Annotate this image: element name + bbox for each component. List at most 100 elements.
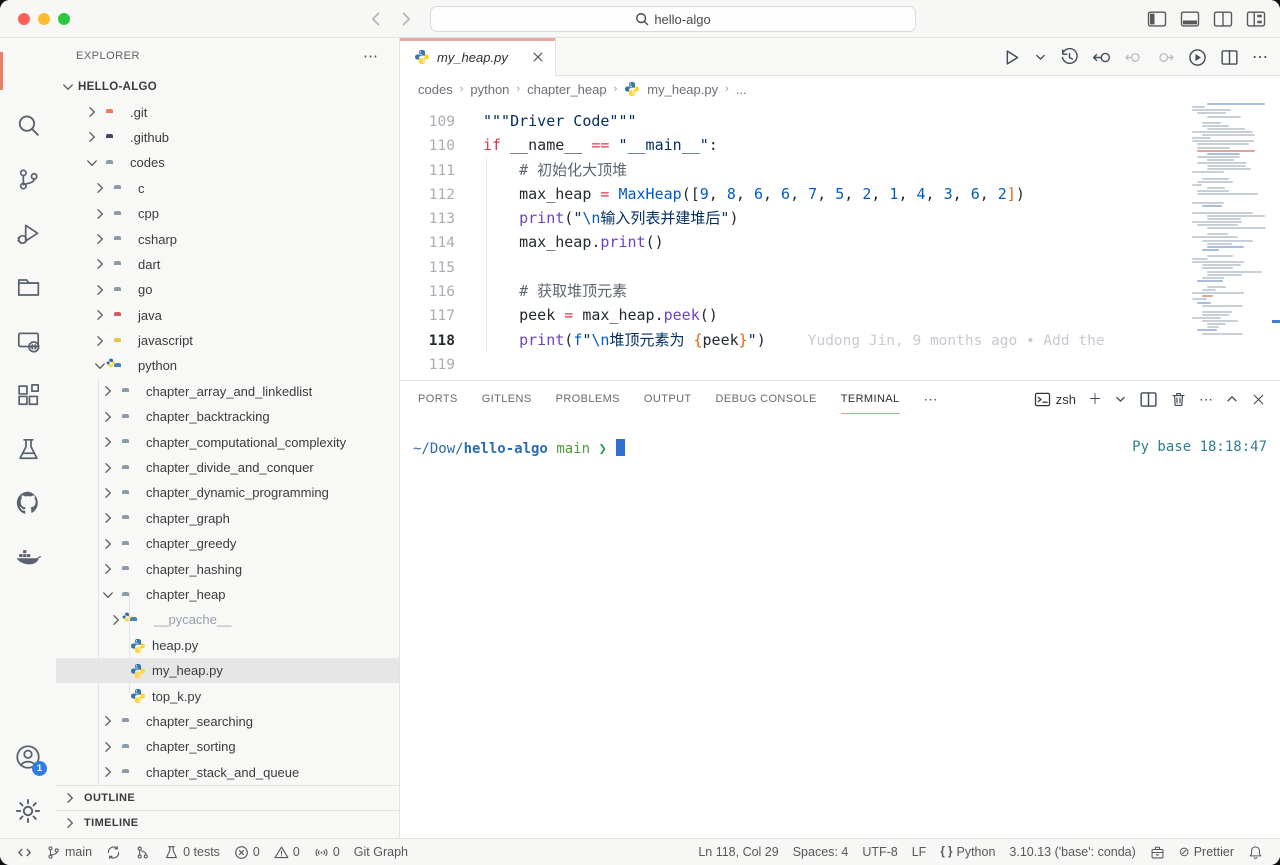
tree-item-heap-py[interactable]: heap.py: [56, 633, 399, 658]
panel-more-tabs-icon[interactable]: ⋯: [924, 391, 939, 408]
tree-item-my-heap-py[interactable]: my_heap.py: [56, 658, 399, 683]
activity-explorer[interactable]: [0, 44, 56, 98]
breadcrumb-item[interactable]: ...: [736, 82, 747, 97]
navigate-back-icon[interactable]: [366, 9, 386, 29]
kill-terminal-icon[interactable]: [1170, 391, 1187, 408]
status-extension[interactable]: [1143, 845, 1172, 860]
status-cursor-position[interactable]: Ln 118, Col 29: [691, 845, 785, 859]
activity-project-manager[interactable]: [0, 260, 56, 314]
panel-tab-gitlens[interactable]: GITLENS: [482, 393, 532, 405]
zoom-window-button[interactable]: [58, 13, 70, 25]
tree-item-chapter-searching[interactable]: chapter_searching: [56, 709, 399, 734]
activity-accounts[interactable]: 1: [0, 730, 56, 784]
activity-settings[interactable]: [0, 784, 56, 838]
tree-item-chapter-graph[interactable]: chapter_graph: [56, 506, 399, 531]
status-branch[interactable]: main: [39, 845, 99, 860]
status-language-mode[interactable]: { }Python: [933, 845, 1002, 859]
tree-item-chapter-hashing[interactable]: chapter_hashing: [56, 556, 399, 581]
new-terminal-icon[interactable]: ＋: [1088, 389, 1102, 409]
status-git-graph[interactable]: Git Graph: [347, 845, 415, 859]
toggle-panel-icon[interactable]: [1180, 9, 1200, 29]
activity-extensions[interactable]: [0, 368, 56, 422]
breadcrumb-item[interactable]: python: [470, 82, 509, 97]
tree-item-javascript[interactable]: JSjavascript: [56, 328, 399, 353]
toggle-sidebar-icon[interactable]: [1147, 9, 1167, 29]
panel-tab-problems[interactable]: PROBLEMS: [556, 393, 620, 405]
status-indentation[interactable]: Spaces: 4: [786, 845, 856, 859]
panel-tab-terminal[interactable]: TERMINAL: [841, 393, 900, 405]
minimize-window-button[interactable]: [38, 13, 50, 25]
run-or-debug-icon[interactable]: [1188, 48, 1207, 67]
minimap[interactable]: [1190, 100, 1272, 338]
previous-change-icon[interactable]: [1124, 48, 1143, 67]
tree-item-top-k-py[interactable]: top_k.py: [56, 683, 399, 708]
activity-testing[interactable]: [0, 422, 56, 476]
tab-my-heap[interactable]: my_heap.py: [400, 38, 556, 76]
explorer-more-actions-icon[interactable]: ⋯: [363, 47, 379, 65]
status-errors[interactable]: 0: [227, 845, 267, 860]
status-warnings[interactable]: 0: [267, 845, 307, 860]
split-terminal-icon[interactable]: [1139, 390, 1158, 409]
tree-item-chapter-backtracking[interactable]: chapter_backtracking: [56, 404, 399, 429]
tree-item-c[interactable]: c: [56, 176, 399, 201]
tree-item-chapter-greedy[interactable]: chapter_greedy: [56, 531, 399, 556]
tree-item-chapter-sorting[interactable]: chapter_sorting: [56, 734, 399, 759]
terminal-content[interactable]: ~/Dow/hello-algo main ❯ Py base 18:18:47: [413, 439, 1267, 457]
tab-close-icon[interactable]: [531, 50, 545, 64]
status-remote[interactable]: [10, 845, 39, 860]
sidebar-section-timeline[interactable]: TIMELINE: [56, 810, 399, 835]
activity-source-control[interactable]: [0, 152, 56, 206]
panel-tab-debug-console[interactable]: DEBUG CONSOLE: [716, 393, 817, 405]
close-panel-icon[interactable]: [1251, 392, 1266, 407]
editor-more-actions-icon[interactable]: ⋯: [1252, 47, 1268, 67]
tree-item--github[interactable]: .github: [56, 125, 399, 150]
maximize-panel-icon[interactable]: [1225, 392, 1239, 406]
panel-more-actions-icon[interactable]: ⋯: [1199, 391, 1213, 408]
split-editor-right-icon[interactable]: [1220, 48, 1239, 67]
status-feedback[interactable]: 0: [307, 845, 347, 860]
breadcrumb-item[interactable]: my_heap.py: [647, 82, 718, 97]
tree-root-hello-algo[interactable]: HELLO-ALGO: [56, 74, 399, 99]
open-changes-icon[interactable]: [1092, 48, 1111, 67]
status-notifications[interactable]: [1241, 845, 1270, 860]
status-tests[interactable]: 0 tests: [157, 845, 227, 860]
tree-item-go[interactable]: go: [56, 277, 399, 302]
tree-item-dart[interactable]: dart: [56, 252, 399, 277]
timeline-icon[interactable]: [1060, 48, 1079, 67]
tree-item-codes[interactable]: codes: [56, 150, 399, 175]
activity-docker[interactable]: [0, 530, 56, 584]
breadcrumb-item[interactable]: chapter_heap: [527, 82, 607, 97]
next-change-icon[interactable]: [1156, 48, 1175, 67]
status-encoding[interactable]: UTF-8: [855, 845, 904, 859]
tree-item-chapter-array-and-linkedlist[interactable]: chapter_array_and_linkedlist: [56, 379, 399, 404]
split-editor-icon[interactable]: [1213, 9, 1233, 29]
tree-item-chapter-divide-and-conquer[interactable]: chapter_divide_and_conquer: [56, 455, 399, 480]
status-git-graph-icon[interactable]: [128, 845, 157, 860]
tree-item-chapter-heap[interactable]: chapter_heap: [56, 582, 399, 607]
navigate-forward-icon[interactable]: [396, 9, 416, 29]
tree-item-csharp[interactable]: csharp: [56, 226, 399, 251]
activity-search[interactable]: [0, 98, 56, 152]
close-window-button[interactable]: [18, 13, 30, 25]
command-center-search[interactable]: hello-algo: [430, 6, 916, 32]
code-editor[interactable]: 109"""Driver Code"""110if __name__ == "_…: [400, 102, 1280, 380]
tree-item-java[interactable]: java: [56, 303, 399, 328]
tree-item-chapter-dynamic-programming[interactable]: chapter_dynamic_programming: [56, 480, 399, 505]
run-dropdown-icon[interactable]: [1034, 51, 1047, 64]
terminal-instance-zsh[interactable]: zsh: [1034, 391, 1076, 408]
tree-item-chapter-computational-complexity[interactable]: chapter_computational_complexity: [56, 429, 399, 454]
run-python-file-icon[interactable]: [1002, 48, 1021, 67]
sidebar-section-outline[interactable]: OUTLINE: [56, 785, 399, 810]
status-prettier[interactable]: ⊘Prettier: [1172, 844, 1241, 860]
panel-tab-ports[interactable]: PORTS: [418, 393, 458, 405]
status-python-interpreter[interactable]: 3.10.13 ('base': conda): [1002, 845, 1142, 859]
activity-run-debug[interactable]: [0, 206, 56, 260]
tree-item--pycache-[interactable]: __pycache__: [56, 607, 399, 632]
activity-github[interactable]: [0, 476, 56, 530]
customize-layout-icon[interactable]: [1246, 9, 1266, 29]
activity-remote-explorer[interactable]: [0, 314, 56, 368]
tree-item-chapter-stack-and-queue[interactable]: chapter_stack_and_queue: [56, 760, 399, 785]
terminal-profile-dropdown-icon[interactable]: [1114, 393, 1127, 406]
panel-tab-output[interactable]: OUTPUT: [644, 393, 692, 405]
breadcrumb-item[interactable]: codes: [418, 82, 453, 97]
